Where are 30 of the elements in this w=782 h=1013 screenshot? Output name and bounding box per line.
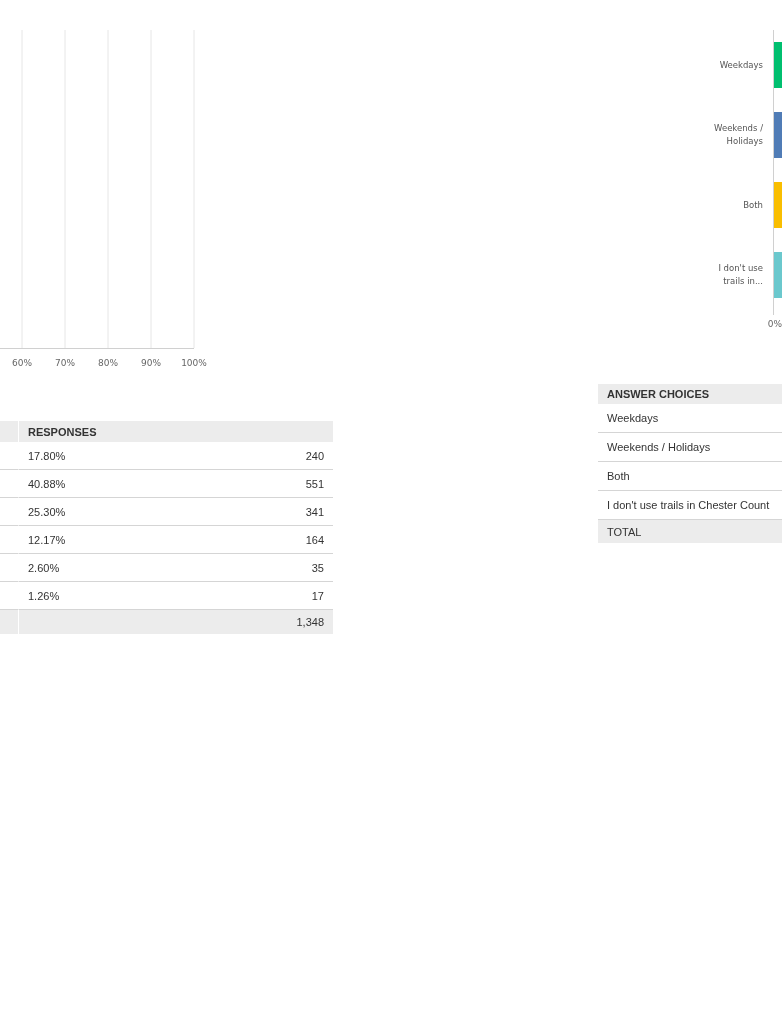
answer-choice-cell: Weekdays (607, 412, 659, 424)
percent-cell: 25.30% (28, 505, 66, 518)
count-cell: 341 (305, 505, 324, 518)
column-header: ANSWER CHOICES (607, 388, 710, 400)
percent-cell: 1.26% (28, 589, 60, 602)
axis-tick-label: 80% (98, 358, 118, 368)
percent-cell: 17.80% (28, 449, 66, 462)
total-count-cell: 1,348 (296, 616, 324, 628)
axis-tick-label: 90% (141, 358, 161, 368)
axis-tick-label: 100% (181, 358, 207, 368)
category-label: Both (743, 198, 763, 212)
axis-tick-label: 70% (55, 358, 75, 368)
count-cell: 17 (311, 589, 324, 602)
answer-choice-cell: Both (607, 470, 630, 482)
count-cell: 164 (305, 533, 324, 546)
answer-choice-cell: I don't use trails in Chester Count (607, 499, 770, 511)
category-label: I don't use trails in... (717, 262, 763, 288)
count-cell: 240 (305, 449, 324, 462)
count-cell: 551 (305, 477, 324, 490)
total-label: TOTAL (607, 525, 642, 538)
category-label: Weekdays (719, 58, 763, 72)
column-header: RESPONSES (19, 421, 333, 442)
category-label: Weekends / Holidays (713, 122, 763, 148)
count-cell: 35 (311, 561, 324, 574)
axis-tick-label: 0% (767, 319, 782, 329)
percent-cell: 40.88% (28, 477, 66, 490)
answer-choice-cell: Weekends / Holidays (607, 441, 711, 453)
axis-tick-label: 60% (12, 358, 32, 368)
percent-cell: 2.60% (28, 561, 60, 574)
percent-cell: 12.17% (28, 533, 66, 546)
